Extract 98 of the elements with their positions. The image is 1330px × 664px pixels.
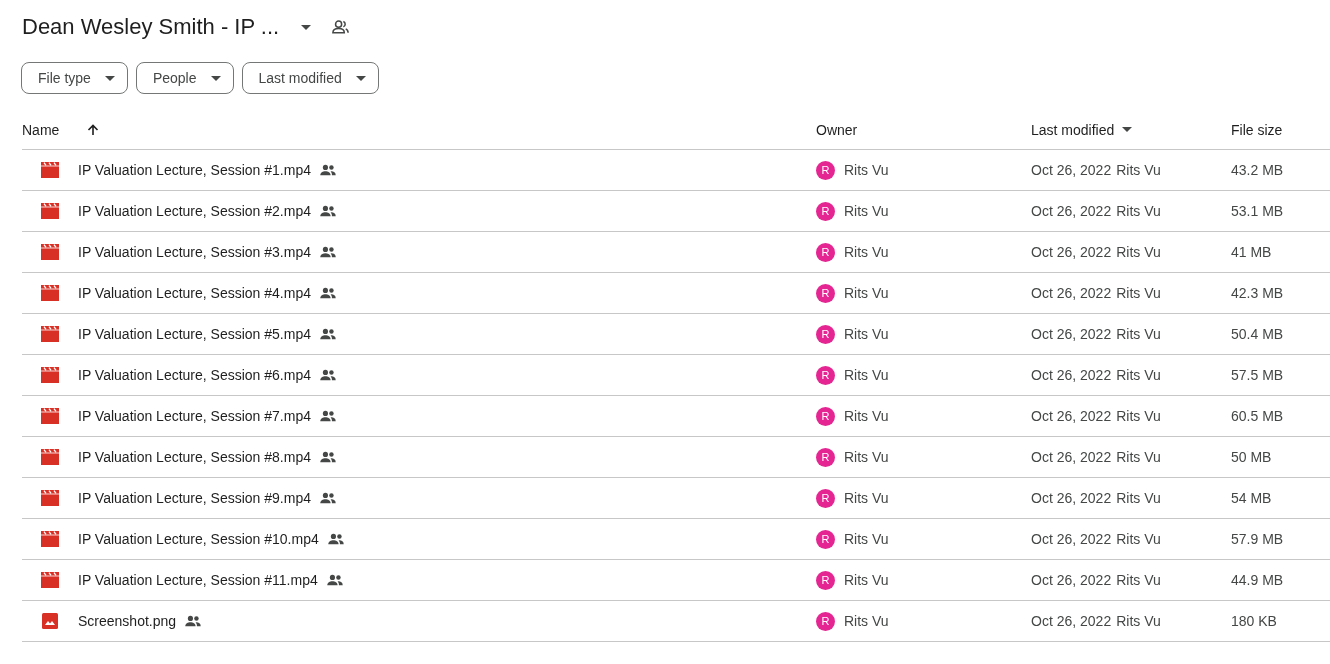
owner-name: Rits Vu (844, 490, 889, 506)
modified-by: Rits Vu (1116, 449, 1161, 465)
file-size: 53.1 MB (1231, 203, 1285, 219)
file-size: 50.4 MB (1231, 326, 1285, 342)
owner-name: Rits Vu (844, 531, 889, 547)
file-name[interactable]: IP Valuation Lecture, Session #8.mp4 (78, 449, 311, 465)
modified-date: Oct 26, 2022 (1031, 490, 1112, 506)
owner-name: Rits Vu (844, 326, 889, 342)
file-size: 180 KB (1231, 613, 1278, 629)
film-icon (41, 285, 59, 301)
column-header[interactable]: Name (22, 121, 60, 138)
file-size: 54 MB (1231, 490, 1273, 506)
owner-name: Rits Vu (844, 203, 889, 219)
file-name[interactable]: Screenshot.png (78, 613, 177, 629)
modified-date: Oct 26, 2022 (1031, 162, 1112, 178)
modified-date: Oct 26, 2022 (1031, 203, 1112, 219)
file-name[interactable]: IP Valuation Lecture, Session #4.mp4 (78, 285, 311, 301)
avatar: R (816, 570, 835, 590)
file-name[interactable]: IP Valuation Lecture, Session #3.mp4 (78, 244, 311, 260)
file-size: 57.5 MB (1231, 367, 1285, 383)
filter-chip[interactable]: Last modified (241, 62, 379, 94)
avatar: R (816, 406, 835, 426)
column-header[interactable]: Owner (816, 121, 858, 138)
owner-name: Rits Vu (844, 449, 889, 465)
file-name[interactable]: IP Valuation Lecture, Session #2.mp4 (78, 203, 311, 219)
avatar: R (816, 283, 835, 303)
image-icon (41, 613, 59, 629)
modified-date: Oct 26, 2022 (1031, 326, 1112, 342)
modified-by: Rits Vu (1116, 203, 1161, 219)
modified-by: Rits Vu (1116, 531, 1161, 547)
modified-date: Oct 26, 2022 (1031, 285, 1112, 301)
file-size: 42.3 MB (1231, 285, 1285, 301)
film-icon (41, 326, 59, 342)
modified-date: Oct 26, 2022 (1031, 449, 1112, 465)
film-icon (41, 244, 59, 260)
avatar: R (816, 611, 835, 631)
modified-by: Rits Vu (1116, 490, 1161, 506)
modified-by: Rits Vu (1116, 367, 1161, 383)
owner-name: Rits Vu (844, 572, 889, 588)
owner-name: Rits Vu (844, 408, 889, 424)
file-name[interactable]: IP Valuation Lecture, Session #10.mp4 (78, 531, 319, 547)
film-icon (41, 367, 59, 383)
avatar: R (816, 365, 835, 385)
file-name[interactable]: IP Valuation Lecture, Session #11.mp4 (78, 572, 318, 588)
caret-icon (355, 75, 366, 81)
film-icon (41, 449, 59, 465)
file-size: 43.2 MB (1231, 162, 1285, 178)
modified-date: Oct 26, 2022 (1031, 367, 1112, 383)
modified-by: Rits Vu (1116, 408, 1161, 424)
avatar: R (816, 324, 835, 344)
owner-name: Rits Vu (844, 244, 889, 260)
modified-date: Oct 26, 2022 (1031, 408, 1112, 424)
caret-icon (210, 75, 221, 81)
modified-date: Oct 26, 2022 (1031, 613, 1112, 629)
filter-chip[interactable]: People (135, 62, 234, 94)
film-icon (41, 490, 59, 506)
owner-name: Rits Vu (844, 613, 889, 629)
arrow-up-icon[interactable] (87, 123, 100, 136)
file-name[interactable]: IP Valuation Lecture, Session #5.mp4 (78, 326, 311, 342)
owner-name: Rits Vu (844, 367, 889, 383)
modified-date: Oct 26, 2022 (1031, 244, 1112, 260)
file-name[interactable]: IP Valuation Lecture, Session #1.mp4 (78, 162, 311, 178)
file-name[interactable]: IP Valuation Lecture, Session #7.mp4 (78, 408, 311, 424)
avatar: R (816, 488, 835, 508)
film-icon (41, 531, 59, 547)
avatar: R (816, 242, 835, 262)
folder-title[interactable]: Dean Wesley Smith - IP ... (22, 14, 280, 40)
file-size: 44.9 MB (1231, 572, 1285, 588)
column-header[interactable]: File size (1231, 121, 1283, 138)
file-size: 60.5 MB (1231, 408, 1285, 424)
modified-date: Oct 26, 2022 (1031, 572, 1112, 588)
owner-name: Rits Vu (844, 162, 889, 178)
modified-by: Rits Vu (1116, 162, 1161, 178)
film-icon (41, 203, 59, 219)
people-icon[interactable] (331, 19, 351, 35)
film-icon (41, 162, 59, 178)
modified-by: Rits Vu (1116, 613, 1161, 629)
film-icon (41, 572, 59, 588)
file-size: 57.9 MB (1231, 531, 1285, 547)
avatar: R (816, 201, 835, 221)
avatar: R (816, 529, 835, 549)
film-icon (41, 408, 59, 424)
modified-by: Rits Vu (1116, 285, 1161, 301)
modified-by: Rits Vu (1116, 326, 1161, 342)
owner-name: Rits Vu (844, 285, 889, 301)
file-name[interactable]: IP Valuation Lecture, Session #9.mp4 (78, 490, 311, 506)
avatar: R (816, 160, 835, 180)
filter-chip[interactable]: File type (21, 62, 128, 94)
column-header[interactable]: Last modified (1031, 121, 1115, 138)
file-name[interactable]: IP Valuation Lecture, Session #6.mp4 (78, 367, 311, 383)
avatar: R (816, 447, 835, 467)
modified-by: Rits Vu (1116, 244, 1161, 260)
file-size: 50 MB (1231, 449, 1273, 465)
caret-icon (104, 75, 115, 81)
modified-by: Rits Vu (1116, 572, 1161, 588)
file-size: 41 MB (1231, 244, 1273, 260)
modified-date: Oct 26, 2022 (1031, 531, 1112, 547)
dropdown-caret-icon (301, 24, 312, 30)
